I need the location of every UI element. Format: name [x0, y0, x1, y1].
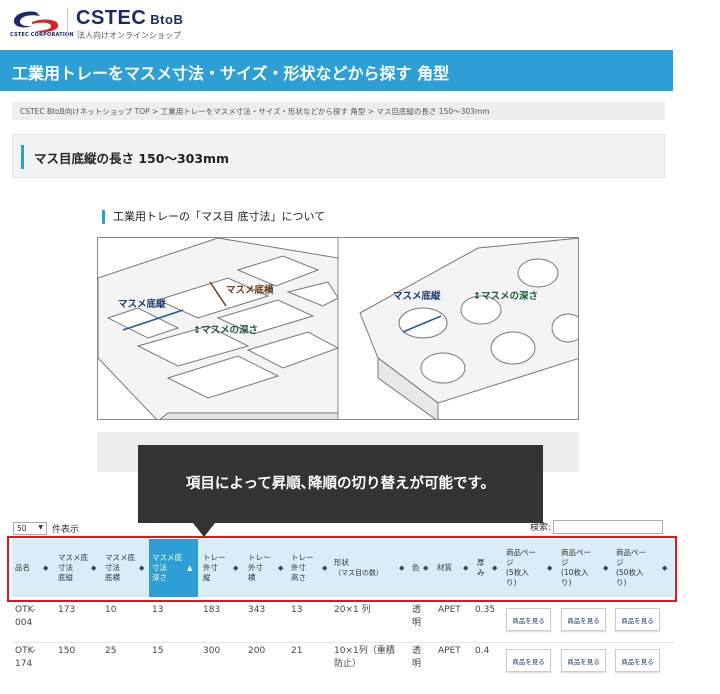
header-highlight-frame [7, 536, 677, 602]
breadcrumb[interactable]: CSTEC BtoB向けネットショップ TOP > 工業用トレーをマスメ寸法・サ… [12, 102, 665, 120]
view-product-50-button[interactable]: 商品を見る [615, 608, 660, 631]
search-input[interactable] [553, 520, 663, 534]
diagram-title: 工業用トレーの「マス目 底寸法」について [102, 210, 325, 224]
label-depth-left-text: マスメの深さ [200, 325, 258, 336]
cell-bottom-length: 150 [58, 646, 76, 656]
cell-name: OTK- 004 [15, 604, 36, 630]
page-length-value: 50 [17, 524, 27, 533]
sort-tooltip: 項目によって昇順､降順の切り替えが可能です。 [138, 445, 543, 523]
view-product-50-button[interactable]: 商品を見る [615, 649, 660, 672]
sort-tooltip-text: 項目によって昇順､降順の切り替えが可能です。 [185, 476, 496, 492]
view-product-5-button[interactable]: 商品を見る [506, 608, 551, 631]
label-bottom-width-left: マスメ底横 [226, 285, 274, 296]
cell-color: 透明 [412, 645, 421, 671]
tray-dimension-diagram: マスメ底縦 マスメ底横 ↕マスメの深さ マスメ底縦 ↕マスメの深さ [97, 237, 579, 420]
cell-line: 10×1列（重積 [334, 646, 395, 656]
brand-suffix: BtoB [150, 12, 184, 27]
cell-line: 防止） [334, 659, 362, 669]
cell-line: 20×1 列 [334, 605, 371, 615]
cell-shape: 20×1 列 [334, 604, 371, 617]
cell-color: 透明 [412, 604, 421, 630]
table-row: OTK- 004 173 10 13 183 343 13 20×1 列 透明 A… [12, 602, 674, 642]
cell-line: OTK- [15, 646, 36, 656]
label-depth-right: ↕マスメの深さ [473, 291, 538, 302]
label-bottom-length-right: マスメ底縦 [393, 291, 441, 302]
label-depth-left: ↕マスメの深さ [193, 325, 258, 336]
cell-outer-length: 183 [203, 605, 221, 615]
view-product-10-button[interactable]: 商品を見る [561, 608, 606, 631]
page-banner: 工業用トレーをマスメ寸法・サイズ・形状などから探す 角型 [0, 50, 673, 91]
site-header: CSTEC CORPORATION CSTEC BtoB 法人向けオンラインショッ… [0, 0, 720, 48]
page-title: 工業用トレーをマスメ寸法・サイズ・形状などから探す 角型 [12, 64, 450, 83]
cell-outer-length: 300 [203, 646, 221, 656]
cell-line: OTK- [15, 605, 36, 615]
cell-depth: 13 [152, 605, 164, 615]
cell-line: 明 [412, 659, 422, 669]
cell-outer-height: 13 [291, 605, 303, 615]
cell-bottom-width: 25 [105, 646, 117, 656]
cell-thickness: 0.35 [475, 605, 496, 615]
section-accent-bar [21, 145, 24, 169]
label-bottom-length-left: マスメ底縦 [118, 299, 166, 310]
sort-tooltip-tail [193, 523, 215, 537]
brand-text: CSTEC [76, 7, 147, 29]
cell-line: 004 [15, 618, 33, 628]
cell-line: 透 [412, 605, 422, 615]
cell-outer-width: 343 [248, 605, 266, 615]
cell-bottom-length: 173 [58, 605, 76, 615]
brand-subtitle: 法人向けオンラインショップ [77, 31, 181, 40]
chevron-down-icon: ▼ [38, 524, 43, 531]
page-length-label: 件表示 [52, 525, 80, 535]
cell-line: 明 [412, 618, 422, 628]
cell-depth: 15 [152, 646, 164, 656]
cell-line: 174 [15, 659, 33, 669]
section-heading-box: マス目底縦の長さ 150～303mm [12, 134, 665, 178]
tray-diagram-svg [98, 238, 578, 419]
section-title: マス目底縦の長さ 150～303mm [34, 151, 230, 166]
cell-line: 透 [412, 646, 422, 656]
cell-name: OTK- 174 [15, 645, 36, 671]
cell-material: APET [438, 605, 461, 615]
cell-shape: 10×1列（重積 防止） [334, 645, 395, 671]
page-length-select[interactable]: 50 ▼ [13, 522, 47, 535]
search-label: 検索: [530, 523, 552, 533]
cell-material: APET [438, 646, 461, 656]
corp-label: CSTEC CORPORATION [10, 32, 74, 38]
view-product-10-button[interactable]: 商品を見る [561, 649, 606, 672]
cell-outer-width: 200 [248, 646, 266, 656]
view-product-5-button[interactable]: 商品を見る [506, 649, 551, 672]
cell-bottom-width: 10 [105, 605, 117, 615]
brand-name[interactable]: CSTEC BtoB [76, 7, 183, 30]
cell-outer-height: 21 [291, 646, 303, 656]
label-depth-right-text: マスメの深さ [480, 291, 538, 302]
table-row: OTK- 174 150 25 15 300 200 21 10×1列（重積 防止）… [12, 642, 674, 688]
logo-divider [67, 8, 68, 38]
cell-thickness: 0.4 [475, 646, 490, 656]
